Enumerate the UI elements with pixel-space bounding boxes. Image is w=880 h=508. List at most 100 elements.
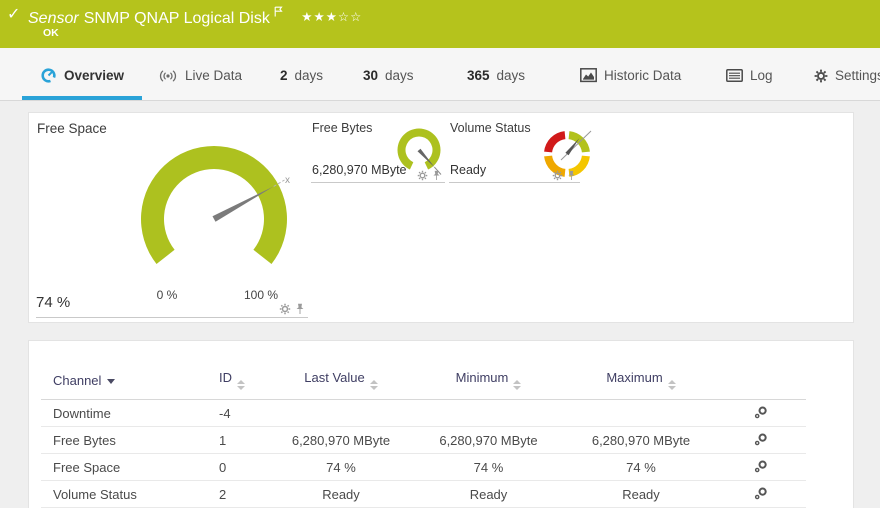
column-header-actions <box>716 365 806 400</box>
gauge-icon <box>40 67 57 84</box>
flag-icon[interactable] <box>274 6 283 17</box>
tab-number: 30 <box>363 68 378 83</box>
maximum-value: Ready <box>566 481 716 508</box>
gauge-scale-min: 0 % <box>143 288 191 302</box>
tab-label: Log <box>750 68 773 83</box>
column-header-maximum[interactable]: Maximum <box>566 365 716 400</box>
gear-icon <box>814 69 828 83</box>
volume-status-value: Ready <box>450 163 486 177</box>
channels-table: Channel ID Last Value Minimum Maximum Do… <box>41 365 806 508</box>
free-space-tools <box>279 303 305 315</box>
channel-settings-button[interactable] <box>754 405 768 419</box>
gauge-scale-max: 100 % <box>237 288 285 302</box>
free-space-value: 74 % <box>36 294 70 311</box>
tab-live-data[interactable]: Live Data <box>158 48 242 100</box>
gauge-settings-icon[interactable] <box>552 170 563 181</box>
tab-label: Live Data <box>185 68 242 83</box>
channel-name[interactable]: Free Space <box>41 454 211 481</box>
free-bytes-tools <box>417 170 441 181</box>
tab-label: days <box>385 68 414 83</box>
tab-label: days <box>295 68 324 83</box>
log-icon <box>726 69 743 82</box>
tab-number: 365 <box>467 68 490 83</box>
channel-settings-button[interactable] <box>754 432 768 446</box>
tab-label: Historic Data <box>604 68 681 83</box>
tab-365-days[interactable]: 365 days <box>467 48 525 100</box>
maximum-value <box>566 400 716 427</box>
chart-icon <box>580 68 597 83</box>
gauge-settings-icon[interactable] <box>417 170 428 181</box>
sort-icon <box>370 380 378 390</box>
table-row[interactable]: Volume Status 2 Ready Ready Ready <box>41 481 806 508</box>
column-header-id[interactable]: ID <box>211 365 271 400</box>
last-value: Ready <box>271 481 411 508</box>
volume-status-title: Volume Status <box>450 121 531 135</box>
last-value: 6,280,970 MByte <box>271 427 411 454</box>
sort-icon <box>668 380 676 390</box>
stars-empty-icon: ☆☆ <box>338 10 362 24</box>
panel-divider <box>449 182 580 183</box>
sensor-type-label: Sensor <box>28 10 79 27</box>
minimum-value <box>411 400 566 427</box>
channel-settings-button[interactable] <box>754 486 768 500</box>
page-title: SNMP QNAP Logical Disk <box>84 10 270 27</box>
tab-settings[interactable]: Settings <box>814 48 880 100</box>
last-value <box>271 400 411 427</box>
channel-id: -4 <box>211 400 271 427</box>
sort-icon <box>237 380 245 390</box>
needle-marker-label: x <box>285 175 290 186</box>
volume-status-tools <box>552 170 576 181</box>
table-row[interactable]: Free Space 0 74 % 74 % 74 % <box>41 454 806 481</box>
sensor-header: ✓ Sensor SNMP QNAP Logical Disk ★★★☆☆ OK <box>0 0 880 48</box>
column-header-last-value[interactable]: Last Value <box>271 365 411 400</box>
sort-desc-icon <box>107 379 115 384</box>
tab-number: 2 <box>280 68 288 83</box>
channel-name[interactable]: Free Bytes <box>41 427 211 454</box>
panel-divider <box>311 182 445 183</box>
channel-id: 1 <box>211 427 271 454</box>
broadcast-icon <box>158 68 178 84</box>
sensor-title-line: Sensor SNMP QNAP Logical Disk ★★★☆☆ <box>28 6 362 28</box>
tab-historic-data[interactable]: Historic Data <box>580 48 681 100</box>
free-bytes-title: Free Bytes <box>312 121 372 135</box>
tab-log[interactable]: Log <box>726 48 773 100</box>
table-row[interactable]: Free Bytes 1 6,280,970 MByte 6,280,970 M… <box>41 427 806 454</box>
stars-filled-icon: ★★★ <box>301 10 338 24</box>
minimum-value: Ready <box>411 481 566 508</box>
channels-card: Channel ID Last Value Minimum Maximum Do… <box>28 340 854 508</box>
prtg-sensor-page: ✓ SensorSNMP QNAP Logical Disk ★★★☆☆ OK … <box>0 0 880 508</box>
tab-30-days[interactable]: 30 days <box>363 48 414 100</box>
gauge-settings-icon[interactable] <box>279 303 291 315</box>
channel-name[interactable]: Volume Status <box>41 481 211 508</box>
table-header-row: Channel ID Last Value Minimum Maximum <box>41 365 806 400</box>
minimum-value: 6,280,970 MByte <box>411 427 566 454</box>
table-row[interactable]: Downtime -4 <box>41 400 806 427</box>
priority-stars[interactable]: ★★★☆☆ <box>301 10 362 24</box>
panel-divider <box>36 317 308 318</box>
gauge-needle <box>565 138 579 155</box>
pin-icon[interactable] <box>567 170 576 181</box>
gauges-card: Free Space x 0 % 100 % 74 % Free Bytes 6… <box>28 112 854 323</box>
tab-label: Settings <box>835 68 880 83</box>
tab-2-days[interactable]: 2 days <box>280 48 323 100</box>
free-space-gauge <box>134 141 294 303</box>
pin-icon[interactable] <box>432 170 441 181</box>
status-badge: OK <box>43 27 59 39</box>
maximum-value: 74 % <box>566 454 716 481</box>
minimum-value: 74 % <box>411 454 566 481</box>
channel-settings-button[interactable] <box>754 459 768 473</box>
column-header-minimum[interactable]: Minimum <box>411 365 566 400</box>
tab-label: days <box>497 68 526 83</box>
column-header-channel[interactable]: Channel <box>41 365 211 400</box>
tab-label: Overview <box>64 68 124 83</box>
free-space-title: Free Space <box>37 121 107 136</box>
channel-name[interactable]: Downtime <box>41 400 211 427</box>
sort-icon <box>513 380 521 390</box>
pin-icon[interactable] <box>295 303 305 315</box>
channel-id: 2 <box>211 481 271 508</box>
channel-id: 0 <box>211 454 271 481</box>
tab-overview[interactable]: Overview <box>22 48 142 100</box>
tab-bar: Overview Live Data 2days 30days 365days … <box>0 48 880 101</box>
ok-check-icon: ✓ <box>7 4 20 24</box>
maximum-value: 6,280,970 MByte <box>566 427 716 454</box>
